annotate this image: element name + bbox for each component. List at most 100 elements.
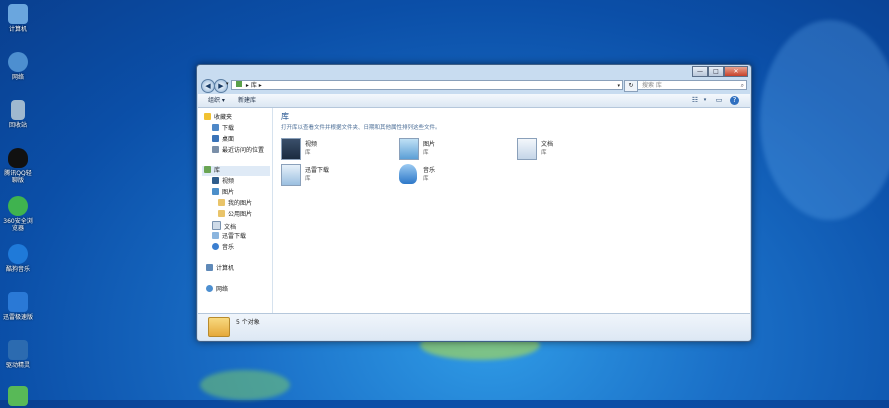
sidebar-item-recent[interactable]: 最近访问的位置	[212, 146, 264, 156]
sidebar-item-label: 网络	[216, 286, 229, 293]
library-type: 库	[423, 150, 429, 156]
download-folder-icon	[212, 232, 219, 239]
browser-360-icon	[8, 196, 28, 216]
sidebar-item-label: 视频	[222, 178, 235, 185]
sidebar-item-network[interactable]: 网络	[206, 285, 228, 295]
sidebar-item-videos[interactable]: 视频	[212, 177, 234, 187]
library-item-documents[interactable]: 文档 库	[517, 138, 627, 162]
desktop-icon-kugou[interactable]: 酷狗音乐	[2, 244, 34, 273]
libraries-icon	[208, 317, 230, 337]
desktop-icon-label: 迅雷极速版	[2, 314, 33, 321]
desktop-icon	[212, 135, 219, 142]
sidebar-item-music[interactable]: 音乐	[212, 243, 234, 253]
desktop-icon-driver-genius[interactable]: 驱动精灵	[2, 340, 34, 369]
library-name: 音乐	[423, 167, 436, 174]
library-item-music[interactable]: 音乐 库	[399, 164, 509, 188]
organize-button[interactable]: 组织 ▾	[208, 96, 225, 105]
sidebar-item-downloads[interactable]: 下载	[212, 124, 234, 134]
qq-penguin-icon	[8, 148, 28, 168]
desktop-icon-recycle-bin[interactable]: 回收站	[2, 100, 34, 129]
preview-pane-icon[interactable]: ▭	[714, 96, 724, 105]
library-folder-icon	[236, 81, 242, 87]
xunlei-bird-icon	[8, 292, 28, 312]
recent-places-icon	[212, 146, 219, 153]
maximize-button[interactable]: □	[708, 66, 724, 77]
caption-buttons: — □ ✕	[692, 66, 748, 77]
library-name: 图片	[423, 141, 436, 148]
sidebar-item-desktop[interactable]: 桌面	[212, 135, 234, 145]
wallpaper-glow-2	[200, 370, 290, 400]
network-icon	[8, 52, 28, 72]
sidebar-item-my-pictures[interactable]: 我的图片	[218, 199, 252, 209]
sidebar-item-favorites[interactable]: 收藏夹	[204, 113, 232, 123]
desktop-icon-partial[interactable]	[2, 386, 34, 408]
sidebar-item-pictures[interactable]: 图片	[212, 188, 234, 198]
close-button[interactable]: ✕	[724, 66, 748, 77]
sidebar-item-xunlei-downloads[interactable]: 迅雷下载	[212, 232, 246, 242]
documents-icon	[212, 221, 221, 230]
back-button[interactable]: ◀	[201, 79, 215, 93]
sidebar-item-libraries[interactable]: 库	[202, 166, 270, 176]
title-bar[interactable]: — □ ✕	[197, 65, 751, 77]
sidebar-item-public-pictures[interactable]: 公用图片	[218, 210, 252, 220]
library-type: 库	[305, 150, 311, 156]
sidebar-item-label: 库	[214, 167, 221, 174]
address-dropdown-icon[interactable]: ▾	[617, 81, 620, 91]
change-view-icon[interactable]: ☷	[690, 96, 700, 105]
video-icon	[212, 177, 219, 184]
refresh-button[interactable]: ↻	[624, 80, 638, 92]
recycle-bin-icon	[11, 100, 25, 120]
library-icon	[204, 166, 211, 173]
content-pane: 库 打开库以查看文件并根据文件夹、日期和其他属性排列这些文件。 视频 库 图片 …	[273, 108, 750, 313]
documents-library-icon	[517, 138, 537, 160]
desktop-icon-360-browser[interactable]: 360安全浏览器	[2, 196, 34, 232]
kugou-icon	[8, 244, 28, 264]
desktop-icon-xunlei[interactable]: 迅雷极速版	[2, 292, 34, 321]
command-bar: 组织 ▾ 新建库 ☷ ▾ ▭ ?	[198, 94, 750, 108]
minimize-button[interactable]: —	[692, 66, 708, 77]
breadcrumb-separator[interactable]: ▸	[259, 82, 262, 89]
star-icon	[204, 113, 211, 120]
page-description: 打开库以查看文件并根据文件夹、日期和其他属性排列这些文件。	[281, 125, 441, 131]
download-library-icon	[281, 164, 301, 186]
sidebar-item-label: 迅雷下载	[222, 233, 247, 240]
desktop-icon-label: 酷狗音乐	[5, 266, 30, 273]
navigation-pane: 收藏夹 下载 桌面 最近访问的位置 库 视频 图片 我的图片 公用图片 文档 迅…	[198, 108, 273, 313]
address-bar[interactable]: ▸ 库 ▸ ▾	[231, 80, 623, 90]
sidebar-item-documents[interactable]: 文档	[212, 221, 236, 231]
sidebar-item-label: 图片	[222, 189, 235, 196]
network-icon	[206, 285, 213, 292]
library-name: 文档	[541, 141, 554, 148]
desktop-icon-label: 网络	[11, 74, 24, 81]
desktop-icon-computer[interactable]: 计算机	[2, 4, 34, 33]
breadcrumb-separator[interactable]: ▸	[246, 82, 249, 89]
breadcrumb-libraries[interactable]: 库	[251, 82, 257, 89]
sidebar-item-label: 文档	[224, 224, 237, 231]
desktop-icon-label: 腾讯QQ轻聊版	[4, 170, 32, 184]
desktop-icon-label: 驱动精灵	[5, 362, 30, 369]
sidebar-item-computer[interactable]: 计算机	[206, 264, 234, 274]
address-row: ◀ ▶ ▾ ▸ 库 ▸ ▾ ↻ 搜索 库 ⌕	[201, 79, 747, 93]
music-library-icon	[399, 164, 417, 184]
library-item-pictures[interactable]: 图片 库	[399, 138, 509, 162]
app-icon	[8, 386, 28, 406]
library-item-xunlei-downloads[interactable]: 迅雷下载 库	[281, 164, 391, 188]
computer-icon	[8, 4, 28, 24]
explorer-window: — □ ✕ ◀ ▶ ▾ ▸ 库 ▸ ▾ ↻ 搜索 库 ⌕ 组织 ▾ 新建库 ☷ …	[196, 64, 752, 342]
library-item-videos[interactable]: 视频 库	[281, 138, 391, 162]
desktop-icon-qq[interactable]: 腾讯QQ轻聊版	[2, 148, 34, 184]
folder-icon	[218, 199, 225, 206]
desktop-icon-network[interactable]: 网络	[2, 52, 34, 81]
video-library-icon	[281, 138, 301, 160]
search-input[interactable]: 搜索 库 ⌕	[637, 80, 747, 90]
view-dropdown-icon[interactable]: ▾	[700, 96, 710, 105]
new-library-button[interactable]: 新建库	[238, 96, 256, 105]
folder-icon	[218, 210, 225, 217]
sidebar-item-label: 计算机	[216, 265, 235, 272]
desktop-icon-label: 回收站	[8, 122, 27, 129]
sidebar-item-label: 公用图片	[228, 211, 253, 218]
wallpaper-streak	[760, 20, 889, 220]
search-icon[interactable]: ⌕	[741, 81, 744, 91]
history-dropdown-icon[interactable]: ▾	[226, 81, 229, 87]
help-icon[interactable]: ?	[730, 96, 739, 105]
